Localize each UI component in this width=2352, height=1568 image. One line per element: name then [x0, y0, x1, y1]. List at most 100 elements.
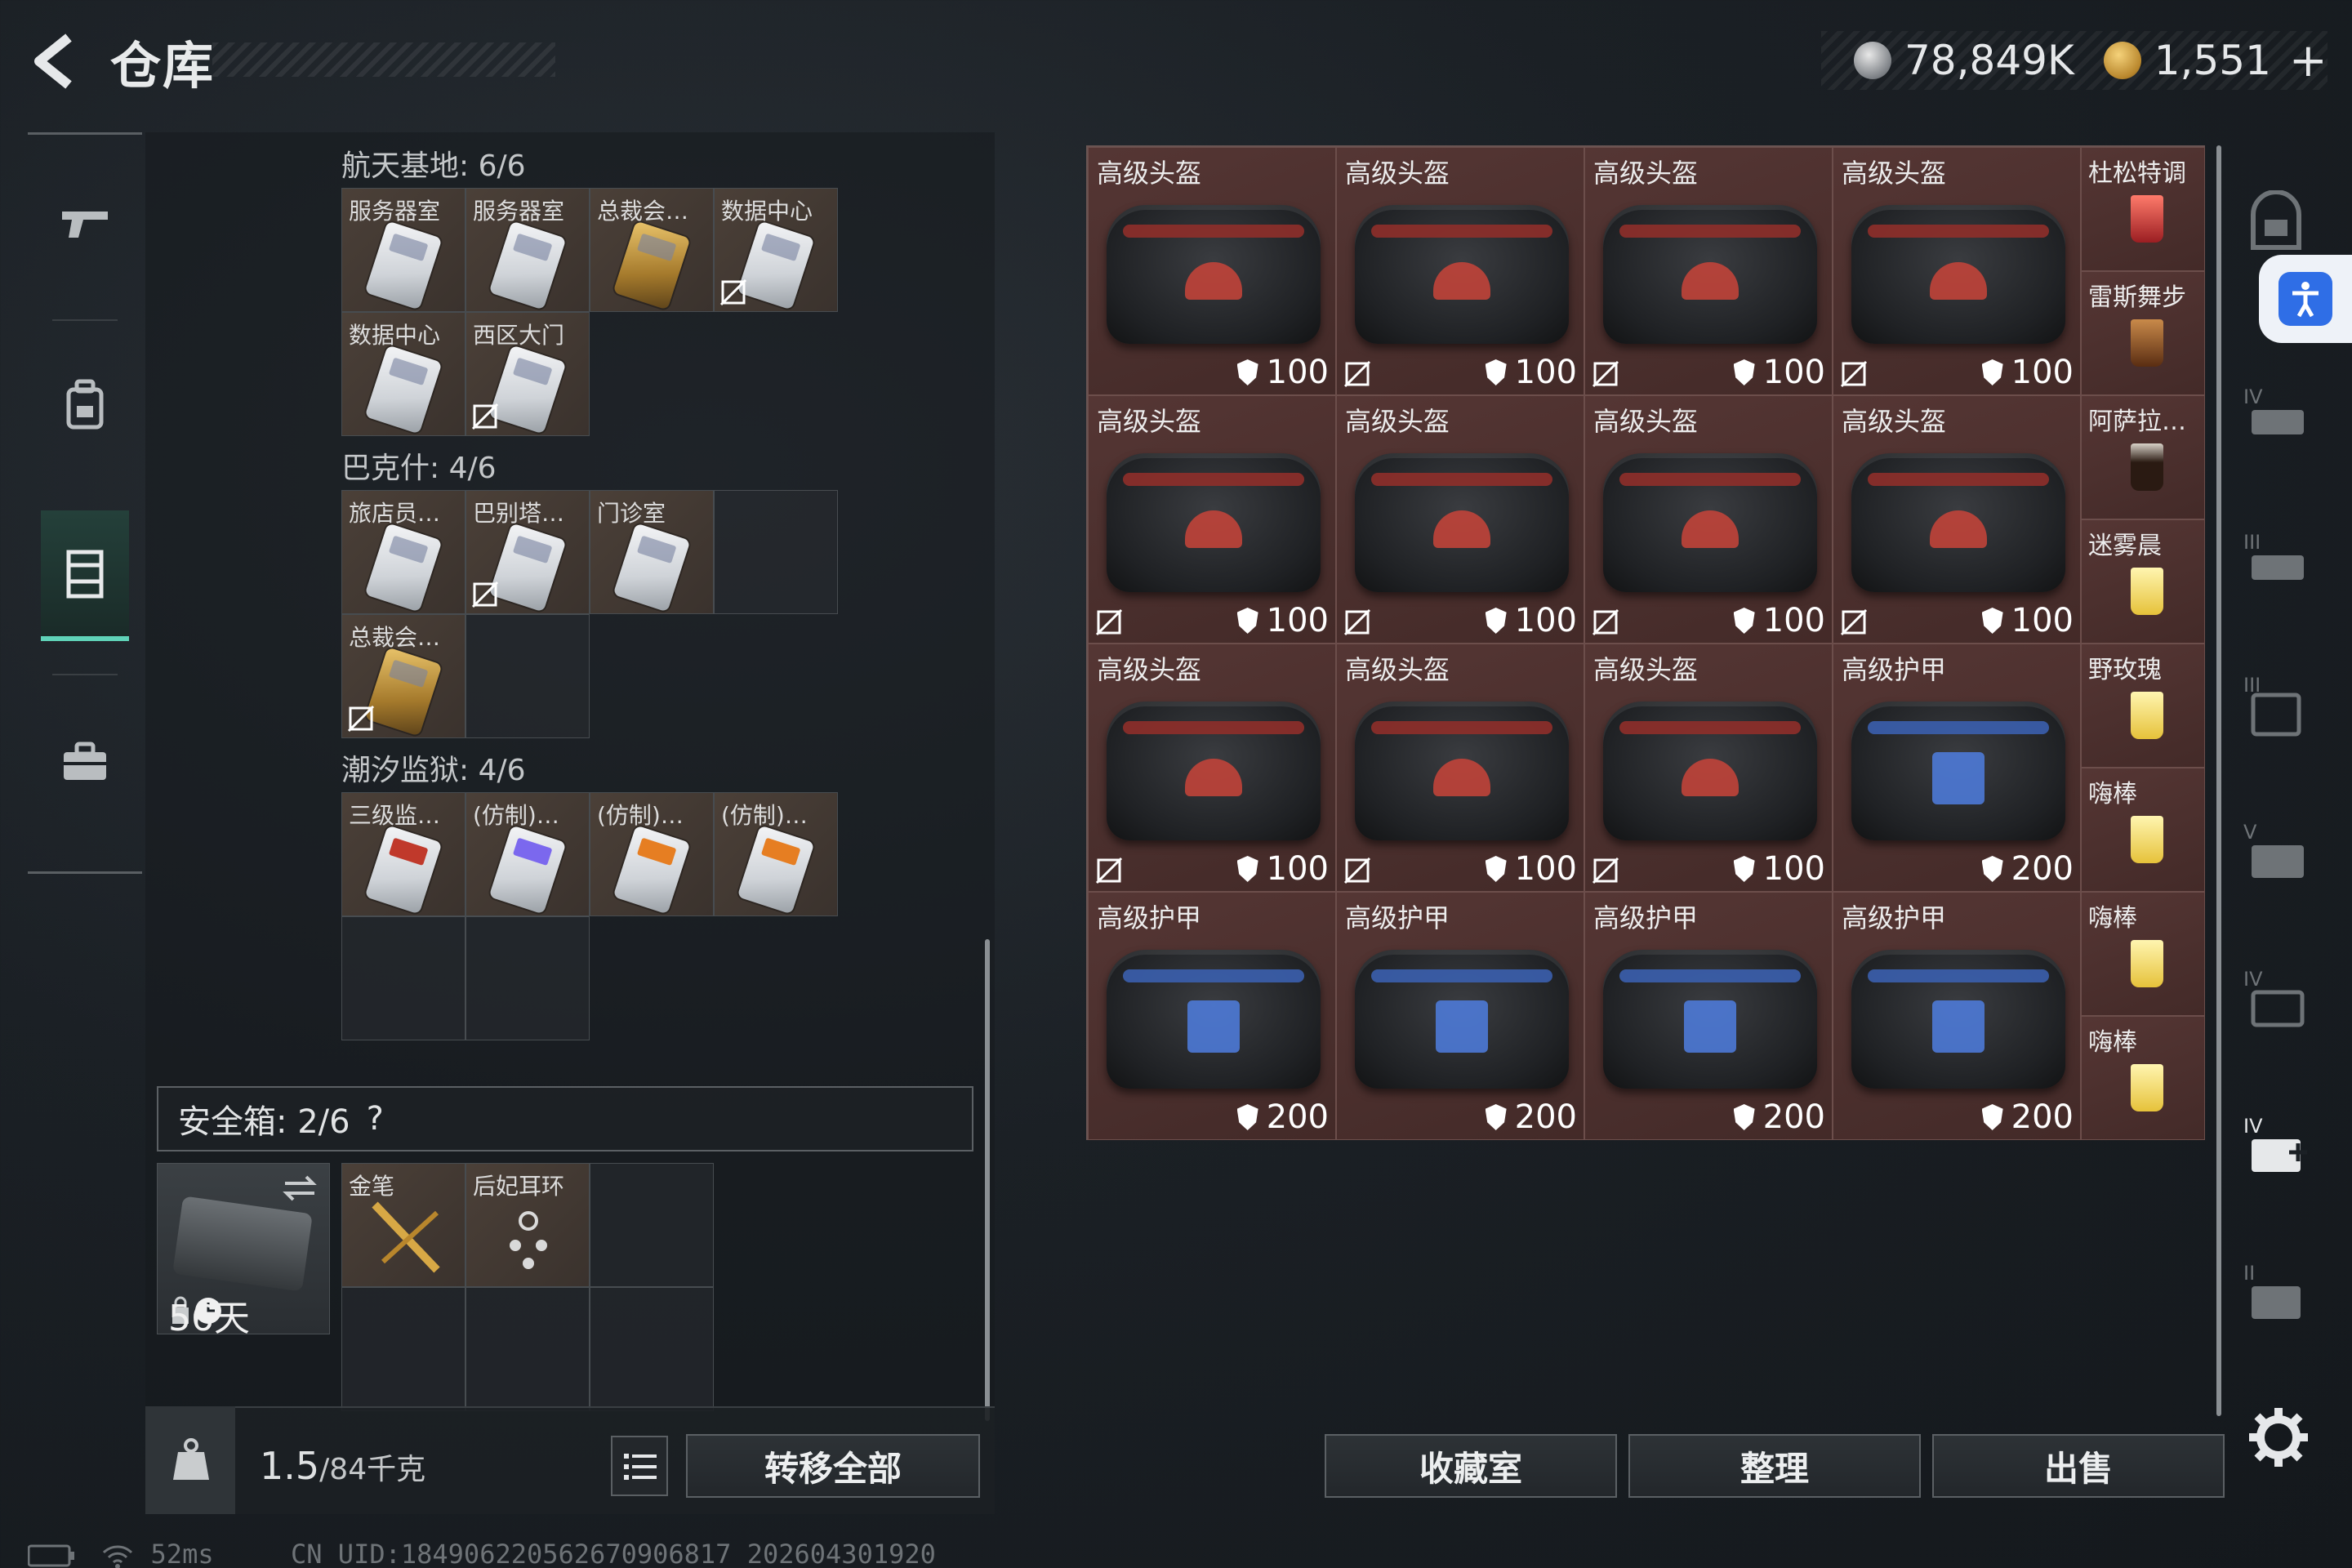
drink-icon: [2131, 443, 2163, 491]
add-currency-button[interactable]: +: [2289, 34, 2328, 87]
safe-box-days: 56天: [168, 1298, 250, 1339]
keycard-item[interactable]: 总裁会…: [590, 188, 714, 312]
helmet-bag-icon: [1603, 453, 1817, 592]
item-label: 高级头盔: [1842, 158, 1947, 189]
keycard-item[interactable]: 服务器室: [341, 188, 466, 312]
keycard-item[interactable]: 巴别塔…: [466, 490, 590, 614]
stash-item[interactable]: 高级护甲 200: [1833, 644, 2081, 892]
no-transfer-icon: [1840, 360, 1868, 388]
stash-item[interactable]: 高级头盔 100: [1088, 147, 1336, 395]
helmet-bag-icon: [1107, 205, 1321, 344]
shield-icon: [1733, 1104, 1755, 1130]
stash-item[interactable]: 高级头盔 100: [1336, 147, 1584, 395]
stash-item[interactable]: 高级头盔 100: [1088, 644, 1336, 892]
stash-item[interactable]: 高级头盔 100: [1336, 395, 1584, 644]
keycard-item[interactable]: 三级监…: [341, 792, 466, 916]
keycard-item[interactable]: 门诊室: [590, 490, 714, 614]
sell-button[interactable]: 出售: [1932, 1434, 2225, 1498]
no-transfer-icon: [471, 581, 499, 608]
stash-item[interactable]: 高级头盔 100: [1833, 395, 2081, 644]
stash-item[interactable]: 高级头盔 100: [1088, 395, 1336, 644]
keycard-item[interactable]: (仿制)…: [466, 792, 590, 916]
swap-icon[interactable]: [280, 1172, 319, 1205]
drink-item[interactable]: 杜松特调: [2081, 147, 2205, 271]
keycard-item[interactable]: 西区大门: [466, 312, 590, 436]
grid-aerospace: 服务器室 服务器室 总裁会… 数据中心 数据中心 西区大门: [341, 188, 838, 436]
storage-icon[interactable]: [41, 510, 129, 641]
collection-room-button[interactable]: 收藏室: [1325, 1434, 1617, 1498]
container-v-icon[interactable]: V: [2239, 817, 2313, 890]
svg-text:IV: IV: [2243, 1115, 2263, 1138]
container-iv-b-icon[interactable]: IV: [2239, 964, 2313, 1037]
gold-coin-icon: [2103, 42, 2141, 79]
right-scrollbar[interactable]: [2216, 145, 2221, 1416]
stash-item[interactable]: 高级头盔 100: [1584, 395, 1833, 644]
item-label: 高级头盔: [1345, 654, 1450, 685]
keycard-item[interactable]: 服务器室: [466, 188, 590, 312]
item-label: 高级头盔: [1345, 158, 1450, 189]
grid-tidal-prison: 三级监… (仿制)… (仿制)… (仿制)…: [341, 792, 838, 1040]
stash-item[interactable]: 高级头盔 100: [1336, 644, 1584, 892]
item-label: 高级头盔: [1842, 406, 1947, 437]
durability-value: 100: [1733, 850, 1825, 888]
armor-bag-icon: [1851, 702, 2065, 840]
item-label: 高级头盔: [1593, 158, 1699, 189]
safe-box-label: 安全箱: 2/6: [178, 1103, 350, 1141]
uid-text: CN UID:184906220562670906817_20260430192…: [291, 1539, 936, 1568]
no-transfer-icon: [1592, 857, 1619, 884]
transfer-all-button[interactable]: 转移全部: [686, 1434, 980, 1498]
wifi-icon: [103, 1545, 133, 1568]
armor-bag-icon: [1603, 950, 1817, 1089]
weapon-icon[interactable]: [41, 159, 129, 290]
durability-value: 100: [1485, 354, 1577, 391]
no-transfer-icon: [1592, 608, 1619, 636]
sort-button[interactable]: 整理: [1628, 1434, 1921, 1498]
left-scrollbar[interactable]: [985, 939, 990, 1421]
briefcase-icon[interactable]: [41, 697, 129, 827]
keycard-item[interactable]: (仿制)…: [590, 792, 714, 916]
stash-item[interactable]: 高级护甲 200: [1584, 892, 1833, 1140]
section-label-tidal-prison: 潮汐监狱: 4/6: [341, 754, 526, 787]
no-transfer-icon: [1095, 857, 1123, 884]
empty-slot: [590, 1163, 714, 1287]
list-view-button[interactable]: [611, 1436, 668, 1496]
drink-item[interactable]: 野玫瑰: [2081, 644, 2205, 768]
help-button[interactable]: ?: [367, 1100, 384, 1138]
stash-home-icon[interactable]: [2239, 185, 2313, 258]
stash-grid: 高级头盔 100 高级头盔 100 高级头盔 100 高级头盔 100 高级头盔 100 高级头盔 1…: [1086, 145, 2205, 1140]
safe-item[interactable]: 金笔: [341, 1163, 466, 1287]
keycard-item[interactable]: (仿制)…: [714, 792, 838, 916]
stash-item[interactable]: 高级护甲 200: [1833, 892, 2081, 1140]
drink-item[interactable]: 迷雾晨: [2081, 519, 2205, 644]
accessibility-button[interactable]: [2259, 255, 2352, 343]
armor-bag-icon: [1355, 950, 1569, 1089]
container-iv-icon[interactable]: IV: [2239, 377, 2313, 451]
keycard-item[interactable]: 数据中心: [341, 312, 466, 436]
drink-item[interactable]: 嗨棒: [2081, 768, 2205, 892]
item-label: 雷斯舞步: [2088, 283, 2186, 312]
silver-currency-value: 78,849K: [1904, 37, 2074, 84]
add-container-iv-icon[interactable]: IV: [2239, 1111, 2313, 1184]
settings-gear-icon[interactable]: [2246, 1405, 2311, 1470]
drink-item[interactable]: 嗨棒: [2081, 1016, 2205, 1140]
stash-item[interactable]: 高级护甲 200: [1088, 892, 1336, 1140]
stash-item[interactable]: 高级头盔 100: [1584, 147, 1833, 395]
add-container-ii-icon[interactable]: II: [2239, 1258, 2313, 1331]
stash-item[interactable]: 高级护甲 200: [1336, 892, 1584, 1140]
stash-item[interactable]: 高级头盔 100: [1833, 147, 2081, 395]
empty-slot: [466, 614, 590, 738]
drink-item[interactable]: 嗨棒: [2081, 892, 2205, 1016]
keycard-item[interactable]: 总裁会…: [341, 614, 466, 738]
drink-item[interactable]: 雷斯舞步: [2081, 271, 2205, 395]
keycard-item[interactable]: 数据中心: [714, 188, 838, 312]
drink-item[interactable]: 阿萨拉…: [2081, 395, 2205, 519]
container-iii-b-icon[interactable]: III: [2239, 670, 2313, 743]
safe-item[interactable]: 后妃耳环: [466, 1163, 590, 1287]
stash-item[interactable]: 高级头盔 100: [1584, 644, 1833, 892]
keycard-item[interactable]: 旅店员…: [341, 490, 466, 614]
container-iii-icon[interactable]: III: [2239, 523, 2313, 596]
battery-icon: [27, 1544, 74, 1567]
drink-icon: [2131, 319, 2163, 367]
backpack-icon[interactable]: [41, 339, 129, 470]
back-button[interactable]: [28, 31, 85, 91]
